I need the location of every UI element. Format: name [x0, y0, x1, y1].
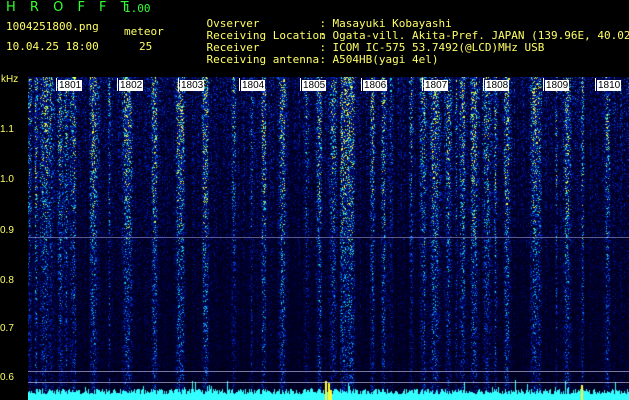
x-tick-mark [483, 78, 484, 91]
x-tick-label: 1804 [241, 80, 266, 91]
info-label: Receiving antenna [206, 53, 320, 66]
x-tick-label: 1810 [597, 80, 622, 91]
x-tick-label: 1809 [545, 80, 570, 91]
y-tick-label: 0.8 [0, 275, 14, 286]
reference-line [28, 382, 629, 383]
y-tick-label: 1.0 [0, 174, 14, 185]
x-tick-mark [543, 78, 544, 91]
x-tick-mark [239, 78, 240, 91]
x-tick-mark [117, 78, 118, 91]
x-tick-label: 1808 [485, 80, 510, 91]
x-tick-mark [300, 78, 301, 91]
x-tick-label: 1803 [180, 80, 205, 91]
app-title: H R O F F T [6, 0, 134, 15]
waterfall-spectrogram [28, 77, 629, 400]
x-tick-mark [422, 78, 423, 91]
meteor-count: 25 [139, 40, 153, 53]
hroft-window: H R O F F T 1.00 1004251800.png meteor 1… [0, 0, 629, 400]
meteor-label: meteor [124, 25, 164, 38]
x-tick-mark [595, 78, 596, 91]
info-sep: : [319, 53, 327, 66]
capture-datetime: 10.04.25 18:00 [6, 40, 99, 53]
info-value: A504HB(yagi 4el) [332, 53, 439, 66]
y-tick-label: 0.6 [0, 372, 14, 383]
x-tick-label: 1806 [363, 80, 388, 91]
x-tick-label: 1807 [424, 80, 449, 91]
info-row-antenna: Receiving antenna: A504HB(yagi 4el) [180, 40, 439, 79]
x-tick-label: 1801 [58, 80, 83, 91]
x-tick-mark [56, 78, 57, 91]
reference-line [28, 371, 629, 372]
x-tick-mark [361, 78, 362, 91]
y-tick-label: 1.1 [0, 124, 14, 135]
y-tick-label: 0.7 [0, 323, 14, 334]
x-tick-label: 1805 [302, 80, 327, 91]
y-axis-unit: kHz [1, 74, 19, 85]
app-version: 1.00 [124, 2, 151, 15]
reference-line [28, 237, 629, 238]
y-tick-label: 0.9 [0, 225, 14, 236]
x-tick-label: 1802 [119, 80, 144, 91]
file-name: 1004251800.png [6, 20, 99, 33]
x-tick-mark [178, 78, 179, 91]
